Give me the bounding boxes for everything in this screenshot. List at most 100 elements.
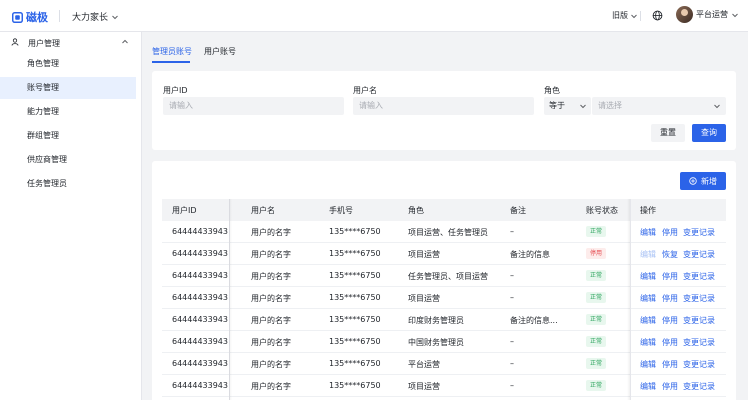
edit-link[interactable]: 编辑 xyxy=(640,337,656,348)
plus-circle-icon xyxy=(689,177,697,185)
user-name-label: 用户名 xyxy=(353,86,377,95)
edit-link[interactable]: 编辑 xyxy=(640,227,656,238)
cell-user-id: 64444433943 xyxy=(172,293,228,302)
chevron-up-icon xyxy=(122,39,128,44)
column-header[interactable]: 用户名 xyxy=(251,205,275,216)
sidebar-item-task-admins[interactable]: 任务管理员 xyxy=(0,173,136,195)
chevron-down-icon xyxy=(631,14,637,18)
table-header: 用户ID 用户名 手机号 角色 备注 账号状态 操作 xyxy=(162,199,726,221)
edit-link[interactable]: 编辑 xyxy=(640,315,656,326)
cell-role: 平台运营 xyxy=(408,360,440,369)
cell-note: – xyxy=(510,293,514,302)
org-switcher[interactable]: 大力家长 xyxy=(72,10,119,23)
cell-phone: 135****6750 xyxy=(329,337,381,346)
column-header[interactable]: 手机号 xyxy=(329,205,353,216)
table-row: 64444433943 用户的名字 135****6750 项目运营 备注的信息 停用 编辑… xyxy=(162,243,726,265)
edit-link[interactable]: 编辑 xyxy=(640,381,656,392)
history-link[interactable]: 变更记录 xyxy=(683,359,715,370)
table-row: 64444433943 用户的名字 135****6750 项目运营 – 正常 编辑 停用 变更… xyxy=(162,375,726,397)
sidebar-item-groups[interactable]: 群组管理 xyxy=(0,125,136,147)
logo-mark-icon xyxy=(12,11,23,23)
fixed-column-divider xyxy=(630,199,631,400)
user-icon xyxy=(11,38,19,46)
role-operator-select[interactable]: 等于 xyxy=(544,97,591,115)
history-link[interactable]: 变更记录 xyxy=(683,315,715,326)
table-row: 64444433943 用户的名字 135****6750 平台运营 – 正常 编辑 停用 变更… xyxy=(162,353,726,375)
disable-link[interactable]: 停用 xyxy=(662,315,678,326)
status-badge: 正常 xyxy=(586,314,606,325)
cell-phone: 135****6750 xyxy=(329,359,381,368)
edit-link[interactable]: 编辑 xyxy=(640,271,656,282)
column-header[interactable]: 备注 xyxy=(510,205,526,216)
cell-user-name: 用户的名字 xyxy=(251,228,291,237)
role-operator-value: 等于 xyxy=(549,101,565,110)
sidebar-item-abilities[interactable]: 能力管理 xyxy=(0,101,136,123)
cell-role: 项目运营 xyxy=(408,250,440,259)
fixed-column-shadow xyxy=(229,199,232,400)
status-badge: 正常 xyxy=(586,336,606,347)
cell-phone: 135****6750 xyxy=(329,249,381,258)
sidebar-item-roles[interactable]: 角色管理 xyxy=(0,53,136,75)
cell-user-name: 用户的名字 xyxy=(251,316,291,325)
tab-admin-accounts[interactable]: 管理员账号 xyxy=(152,46,192,57)
disable-link[interactable]: 停用 xyxy=(662,227,678,238)
history-link[interactable]: 变更记录 xyxy=(683,381,715,392)
query-button[interactable]: 查询 xyxy=(692,124,726,142)
sidebar-group-user-management[interactable]: 用户管理 xyxy=(0,32,142,52)
status-badge: 正常 xyxy=(586,358,606,369)
cell-role: 项目运营 xyxy=(408,382,440,391)
cell-phone: 135****6750 xyxy=(329,315,381,324)
status-badge: 停用 xyxy=(586,248,606,259)
history-link[interactable]: 变更记录 xyxy=(683,271,715,282)
tab-user-accounts[interactable]: 用户账号 xyxy=(204,46,236,57)
disable-link[interactable]: 停用 xyxy=(662,381,678,392)
history-link[interactable]: 变更记录 xyxy=(683,337,715,348)
app-logo[interactable]: 磁极 xyxy=(12,9,48,25)
status-badge: 正常 xyxy=(586,270,606,281)
user-menu[interactable]: 平台运营 xyxy=(676,6,739,23)
cell-user-name: 用户的名字 xyxy=(251,382,291,391)
old-version-label: 旧版 xyxy=(612,11,628,20)
cell-phone: 135****6750 xyxy=(329,381,381,390)
sidebar-item-accounts[interactable]: 账号管理 xyxy=(0,77,136,99)
cell-role: 项目运营、任务管理员 xyxy=(408,228,488,237)
column-header[interactable]: 操作 xyxy=(640,205,656,216)
cell-role: 项目运营 xyxy=(408,294,440,303)
history-link[interactable]: 变更记录 xyxy=(683,249,715,260)
user-name-input[interactable]: 请输入 xyxy=(353,97,534,115)
status-badge: 正常 xyxy=(586,292,606,303)
column-header[interactable]: 用户ID xyxy=(172,205,197,216)
cell-note: – xyxy=(510,359,514,368)
cell-user-id: 64444433943 xyxy=(172,359,228,368)
role-select[interactable]: 请选择 xyxy=(592,97,726,115)
disable-link[interactable]: 停用 xyxy=(662,293,678,304)
table-row: 64444433943 用户的名字 135****6750 印度财务管理员 备注的信息.… xyxy=(162,309,726,331)
history-link[interactable]: 变更记录 xyxy=(683,293,715,304)
chevron-down-icon xyxy=(714,104,720,109)
edit-link[interactable]: 编辑 xyxy=(640,359,656,370)
user-id-input[interactable]: 请输入 xyxy=(163,97,344,115)
chevron-down-icon xyxy=(112,15,118,19)
sidebar-item-suppliers[interactable]: 供应商管理 xyxy=(0,149,136,171)
cell-note: 备注的信息... xyxy=(510,316,558,325)
edit-link[interactable]: 编辑 xyxy=(640,249,656,260)
disable-link[interactable]: 停用 xyxy=(662,337,678,348)
globe-icon[interactable] xyxy=(652,10,663,21)
column-header[interactable]: 账号状态 xyxy=(586,205,618,216)
cell-user-name: 用户的名字 xyxy=(251,294,291,303)
old-version-switch[interactable]: 旧版 xyxy=(612,10,638,21)
cell-note: – xyxy=(510,337,514,346)
add-button[interactable]: 新增 xyxy=(680,172,726,190)
history-link[interactable]: 变更记录 xyxy=(683,227,715,238)
org-name: 大力家长 xyxy=(72,13,109,23)
reset-button[interactable]: 重置 xyxy=(651,124,685,142)
column-header[interactable]: 角色 xyxy=(408,205,424,216)
cell-note: – xyxy=(510,381,514,390)
disable-link[interactable]: 停用 xyxy=(662,359,678,370)
edit-link[interactable]: 编辑 xyxy=(640,293,656,304)
enable-link[interactable]: 恢复 xyxy=(662,249,678,260)
disable-link[interactable]: 停用 xyxy=(662,271,678,282)
cell-note: – xyxy=(510,271,514,280)
cell-user-name: 用户的名字 xyxy=(251,250,291,259)
cell-phone: 135****6750 xyxy=(329,271,381,280)
